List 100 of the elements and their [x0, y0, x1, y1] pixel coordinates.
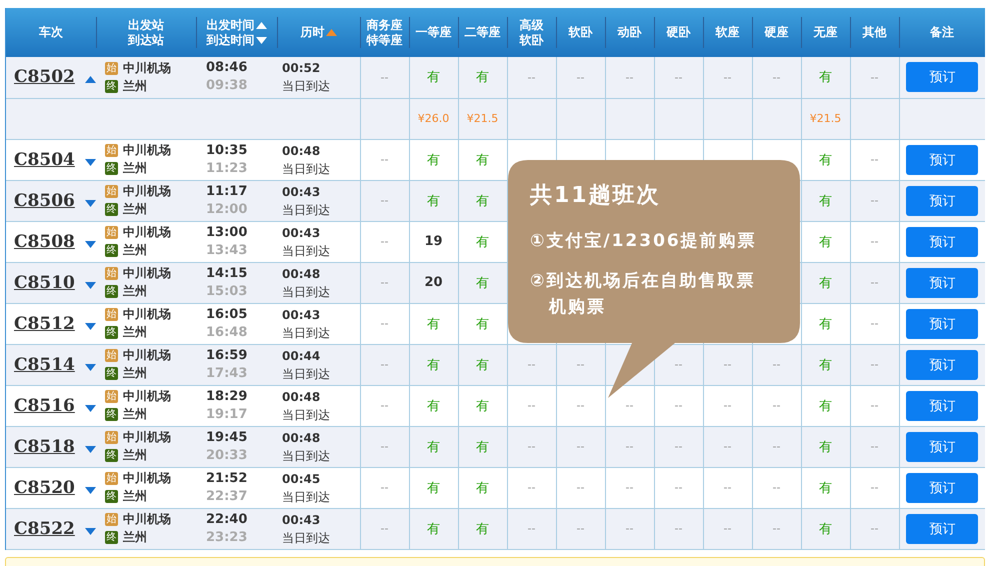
- station-badge: 终: [105, 162, 118, 175]
- train-number-link[interactable]: C8522: [14, 518, 75, 538]
- book-button[interactable]: 预订: [906, 390, 978, 420]
- duration: 00:45: [282, 470, 322, 488]
- train-number-link[interactable]: C8510: [14, 272, 75, 292]
- duration: 00:43: [282, 512, 322, 528]
- expand-arrow-icon[interactable]: [84, 364, 96, 370]
- book-button[interactable]: 预订: [906, 62, 978, 92]
- seat-availability: --: [772, 399, 780, 412]
- station-badge: 始: [105, 390, 118, 403]
- expand-arrow-icon[interactable]: [84, 200, 96, 206]
- seat-availability: --: [772, 70, 780, 84]
- station-badge: 始: [105, 62, 118, 75]
- book-button[interactable]: 预订: [906, 268, 978, 298]
- seat-availability: --: [576, 399, 584, 412]
- seat-availability: --: [870, 70, 878, 84]
- arrival-time: 16:48: [206, 324, 248, 342]
- seat-availability: 有: [476, 398, 489, 414]
- station-badge: 始: [105, 308, 118, 321]
- duration: 00:43: [282, 306, 322, 324]
- expand-arrow-icon[interactable]: [84, 486, 96, 494]
- duration: 00:43: [282, 224, 322, 242]
- seat-availability: --: [724, 522, 732, 535]
- book-button[interactable]: 预订: [906, 226, 978, 256]
- seat-availability: 有: [427, 70, 440, 86]
- arrival-day: 当日到达: [282, 242, 360, 260]
- departure-time: 22:40: [206, 510, 248, 528]
- sort-up-icon[interactable]: [256, 22, 266, 28]
- seat-availability: 有: [819, 234, 832, 250]
- seat-availability: --: [870, 440, 878, 453]
- book-button[interactable]: 预订: [906, 186, 978, 216]
- expand-arrow-icon[interactable]: [84, 282, 96, 288]
- expand-arrow-icon[interactable]: [84, 446, 96, 452]
- header-label: 车次: [39, 25, 63, 40]
- seat-availability: --: [380, 235, 388, 248]
- train-number-link[interactable]: C8518: [14, 436, 75, 456]
- seat-availability: 有: [819, 480, 832, 496]
- departure-time: 10:35: [206, 142, 248, 160]
- header-label: 一等座: [416, 25, 452, 40]
- arrival-station: 兰州: [123, 78, 147, 95]
- train-number-link[interactable]: C8512: [14, 314, 75, 334]
- seat-availability: --: [772, 358, 780, 371]
- seat-availability: --: [724, 440, 732, 453]
- train-number-link[interactable]: C8504: [14, 150, 75, 170]
- station-badge: 始: [105, 349, 118, 362]
- book-button[interactable]: 预订: [906, 144, 978, 174]
- seat-availability: 有: [819, 522, 832, 536]
- arrival-time: 13:43: [206, 242, 248, 260]
- station-badge: 始: [105, 513, 118, 526]
- train-number-link[interactable]: C8502: [14, 67, 75, 88]
- arrival-time: 15:03: [206, 282, 248, 300]
- book-button[interactable]: 预订: [906, 308, 978, 338]
- expand-arrow-icon[interactable]: [84, 404, 96, 412]
- sort-down-icon[interactable]: [256, 36, 266, 44]
- departure-station: 中川机场: [123, 265, 171, 282]
- station-badge: 终: [105, 531, 118, 544]
- seat-availability: 有: [427, 316, 440, 332]
- arrival-day: 当日到达: [282, 200, 360, 218]
- seat-availability: 有: [476, 70, 489, 86]
- expand-arrow-icon[interactable]: [84, 528, 96, 534]
- train-number-link[interactable]: C8514: [14, 354, 75, 374]
- departure-station: 中川机场: [123, 183, 171, 200]
- arrival-station: 兰州: [123, 201, 147, 218]
- arrival-day: 当日到达: [282, 364, 360, 382]
- book-button[interactable]: 预订: [906, 472, 978, 502]
- seat-availability: --: [626, 522, 634, 535]
- seat-availability: 有: [476, 316, 489, 332]
- seat-availability: --: [528, 522, 536, 535]
- callout-text: ②到达机场后在自助售取票机购票: [530, 270, 756, 319]
- departure-station: 中川机场: [123, 470, 171, 487]
- arrival-station: 兰州: [123, 365, 147, 382]
- arrival-time: 23:23: [206, 528, 248, 546]
- station-badge: 始: [105, 472, 118, 485]
- expand-arrow-icon[interactable]: [84, 158, 96, 166]
- departure-time: 16:05: [206, 306, 248, 324]
- seat-availability: --: [380, 481, 388, 494]
- seat-availability: --: [870, 481, 878, 494]
- seat-availability: 有: [476, 358, 489, 372]
- book-button[interactable]: 预订: [906, 514, 978, 544]
- expand-arrow-icon[interactable]: [84, 322, 96, 330]
- train-number-link[interactable]: C8508: [14, 232, 75, 252]
- seat-availability: 有: [427, 152, 440, 168]
- book-button[interactable]: 预订: [906, 350, 978, 380]
- train-number-link[interactable]: C8516: [14, 396, 75, 416]
- seat-availability: 有: [819, 398, 832, 414]
- station-badge: 终: [105, 326, 118, 339]
- arrival-station: 兰州: [123, 242, 147, 259]
- seat-availability: 有: [476, 194, 489, 208]
- seat-availability: --: [626, 440, 634, 453]
- station-badge: 终: [105, 285, 118, 298]
- train-number-link[interactable]: C8506: [14, 190, 75, 210]
- collapse-arrow-icon[interactable]: [84, 76, 96, 84]
- train-number-link[interactable]: C8520: [14, 478, 75, 498]
- seat-availability: --: [870, 358, 878, 371]
- seat-availability: 有: [819, 316, 832, 332]
- expand-arrow-icon[interactable]: [84, 240, 96, 248]
- departure-station: 中川机场: [123, 60, 171, 77]
- seat-availability: --: [380, 440, 388, 453]
- book-button[interactable]: 预订: [906, 432, 978, 462]
- seat-availability: 19: [424, 234, 443, 249]
